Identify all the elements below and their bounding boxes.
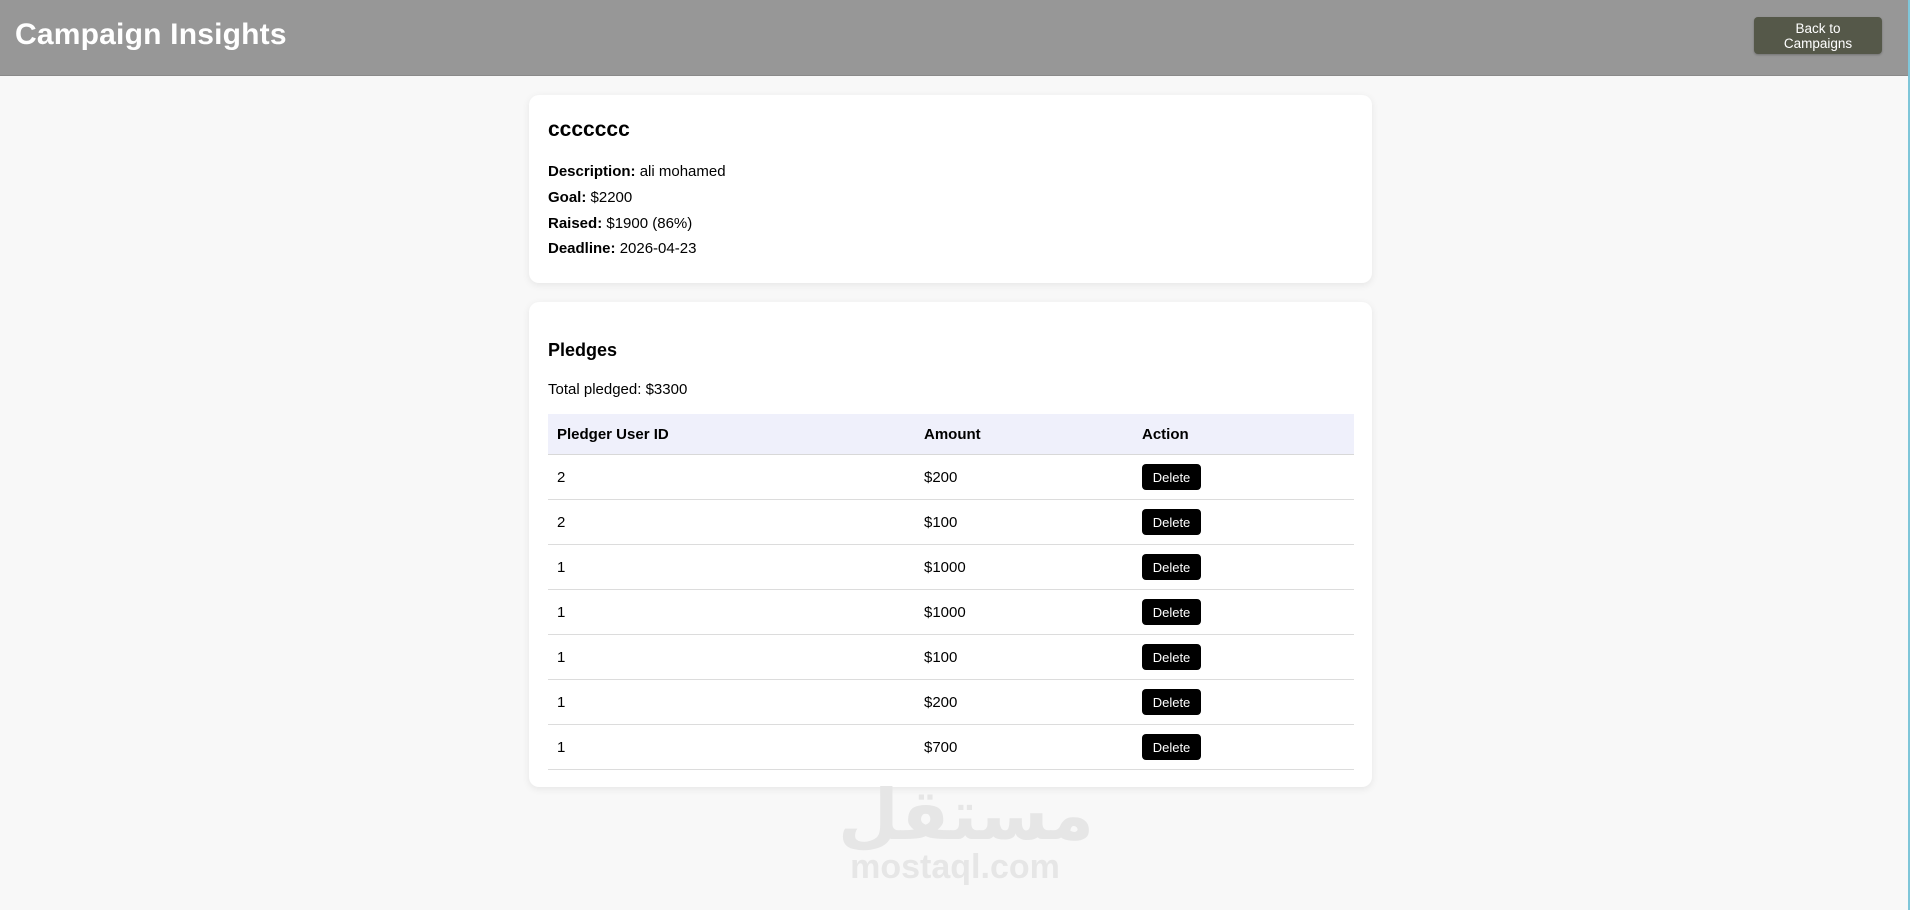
pledge-amount: $1000 (915, 544, 1133, 590)
column-header-action: Action (1133, 414, 1354, 455)
raised-line: Raised: $1900 (86%) (548, 215, 692, 232)
table-header-row: Pledger User ID Amount Action (548, 414, 1354, 455)
delete-button[interactable]: Delete (1142, 689, 1201, 715)
table-row: 2 $200 Delete (548, 454, 1354, 500)
action-cell: Delete (1133, 544, 1354, 590)
delete-button[interactable]: Delete (1142, 644, 1201, 670)
total-pledged: Total pledged: $3300 (548, 381, 688, 398)
deadline-label: Deadline: (548, 240, 616, 257)
description-label: Description: (548, 163, 636, 180)
pledges-card: Pledges Total pledged: $3300 Pledger Use… (529, 302, 1372, 787)
back-to-campaigns-button[interactable]: Back to Campaigns (1754, 17, 1882, 54)
pledger-user-id: 1 (548, 634, 915, 680)
pledger-user-id: 2 (548, 499, 915, 545)
description-value: ali mohamed (639, 163, 726, 180)
table-row: 1 $700 Delete (548, 724, 1354, 770)
table-row: 1 $1000 Delete (548, 544, 1354, 590)
delete-button[interactable]: Delete (1142, 464, 1201, 490)
raised-value: $1900 (86%) (606, 215, 693, 232)
deadline-value: 2026-04-23 (619, 240, 697, 257)
pledger-user-id: 1 (548, 589, 915, 635)
pledges-heading: Pledges (548, 340, 618, 360)
mostaql-watermark: مستقل mostaql.com (838, 776, 1095, 886)
top-header-bar: Campaign Insights Back to Campaigns (0, 0, 1908, 76)
pledger-user-id: 1 (548, 544, 915, 590)
column-header-user-id: Pledger User ID (548, 414, 915, 455)
table-row: 1 $200 Delete (548, 679, 1354, 725)
delete-button[interactable]: Delete (1142, 554, 1201, 580)
goal-value: $2200 (590, 189, 633, 206)
action-cell: Delete (1133, 679, 1354, 725)
pledge-amount: $700 (915, 724, 1133, 770)
pledge-amount: $200 (915, 454, 1133, 500)
pledge-amount: $100 (915, 634, 1133, 680)
delete-button[interactable]: Delete (1142, 734, 1201, 760)
table-row: 1 $100 Delete (548, 634, 1354, 680)
goal-line: Goal: $2200 (548, 189, 632, 206)
raised-label: Raised: (548, 215, 603, 232)
pledge-amount: $200 (915, 679, 1133, 725)
pledge-amount: $100 (915, 499, 1133, 545)
pledger-user-id: 2 (548, 454, 915, 500)
delete-button[interactable]: Delete (1142, 599, 1201, 625)
action-cell: Delete (1133, 589, 1354, 635)
watermark-latin-text: mostaql.com (850, 848, 1060, 886)
description-line: Description: ali mohamed (548, 163, 726, 180)
campaign-name: ccccccc (548, 118, 630, 141)
page-title: Campaign Insights (15, 18, 287, 51)
delete-button[interactable]: Delete (1142, 509, 1201, 535)
pledger-user-id: 1 (548, 724, 915, 770)
action-cell: Delete (1133, 634, 1354, 680)
pledge-amount: $1000 (915, 589, 1133, 635)
campaign-details-card: ccccccc Description: ali mohamed Goal: $… (529, 95, 1372, 283)
table-row: 1 $1000 Delete (548, 589, 1354, 635)
pledger-user-id: 1 (548, 679, 915, 725)
column-header-amount: Amount (915, 414, 1133, 455)
pledges-table: Pledger User ID Amount Action 2 $200 Del… (548, 414, 1354, 770)
action-cell: Delete (1133, 724, 1354, 770)
table-row: 2 $100 Delete (548, 499, 1354, 545)
deadline-line: Deadline: 2026-04-23 (548, 240, 696, 257)
watermark-arabic-text: مستقل (838, 776, 1095, 854)
goal-label: Goal: (548, 189, 587, 206)
action-cell: Delete (1133, 454, 1354, 500)
action-cell: Delete (1133, 499, 1354, 545)
